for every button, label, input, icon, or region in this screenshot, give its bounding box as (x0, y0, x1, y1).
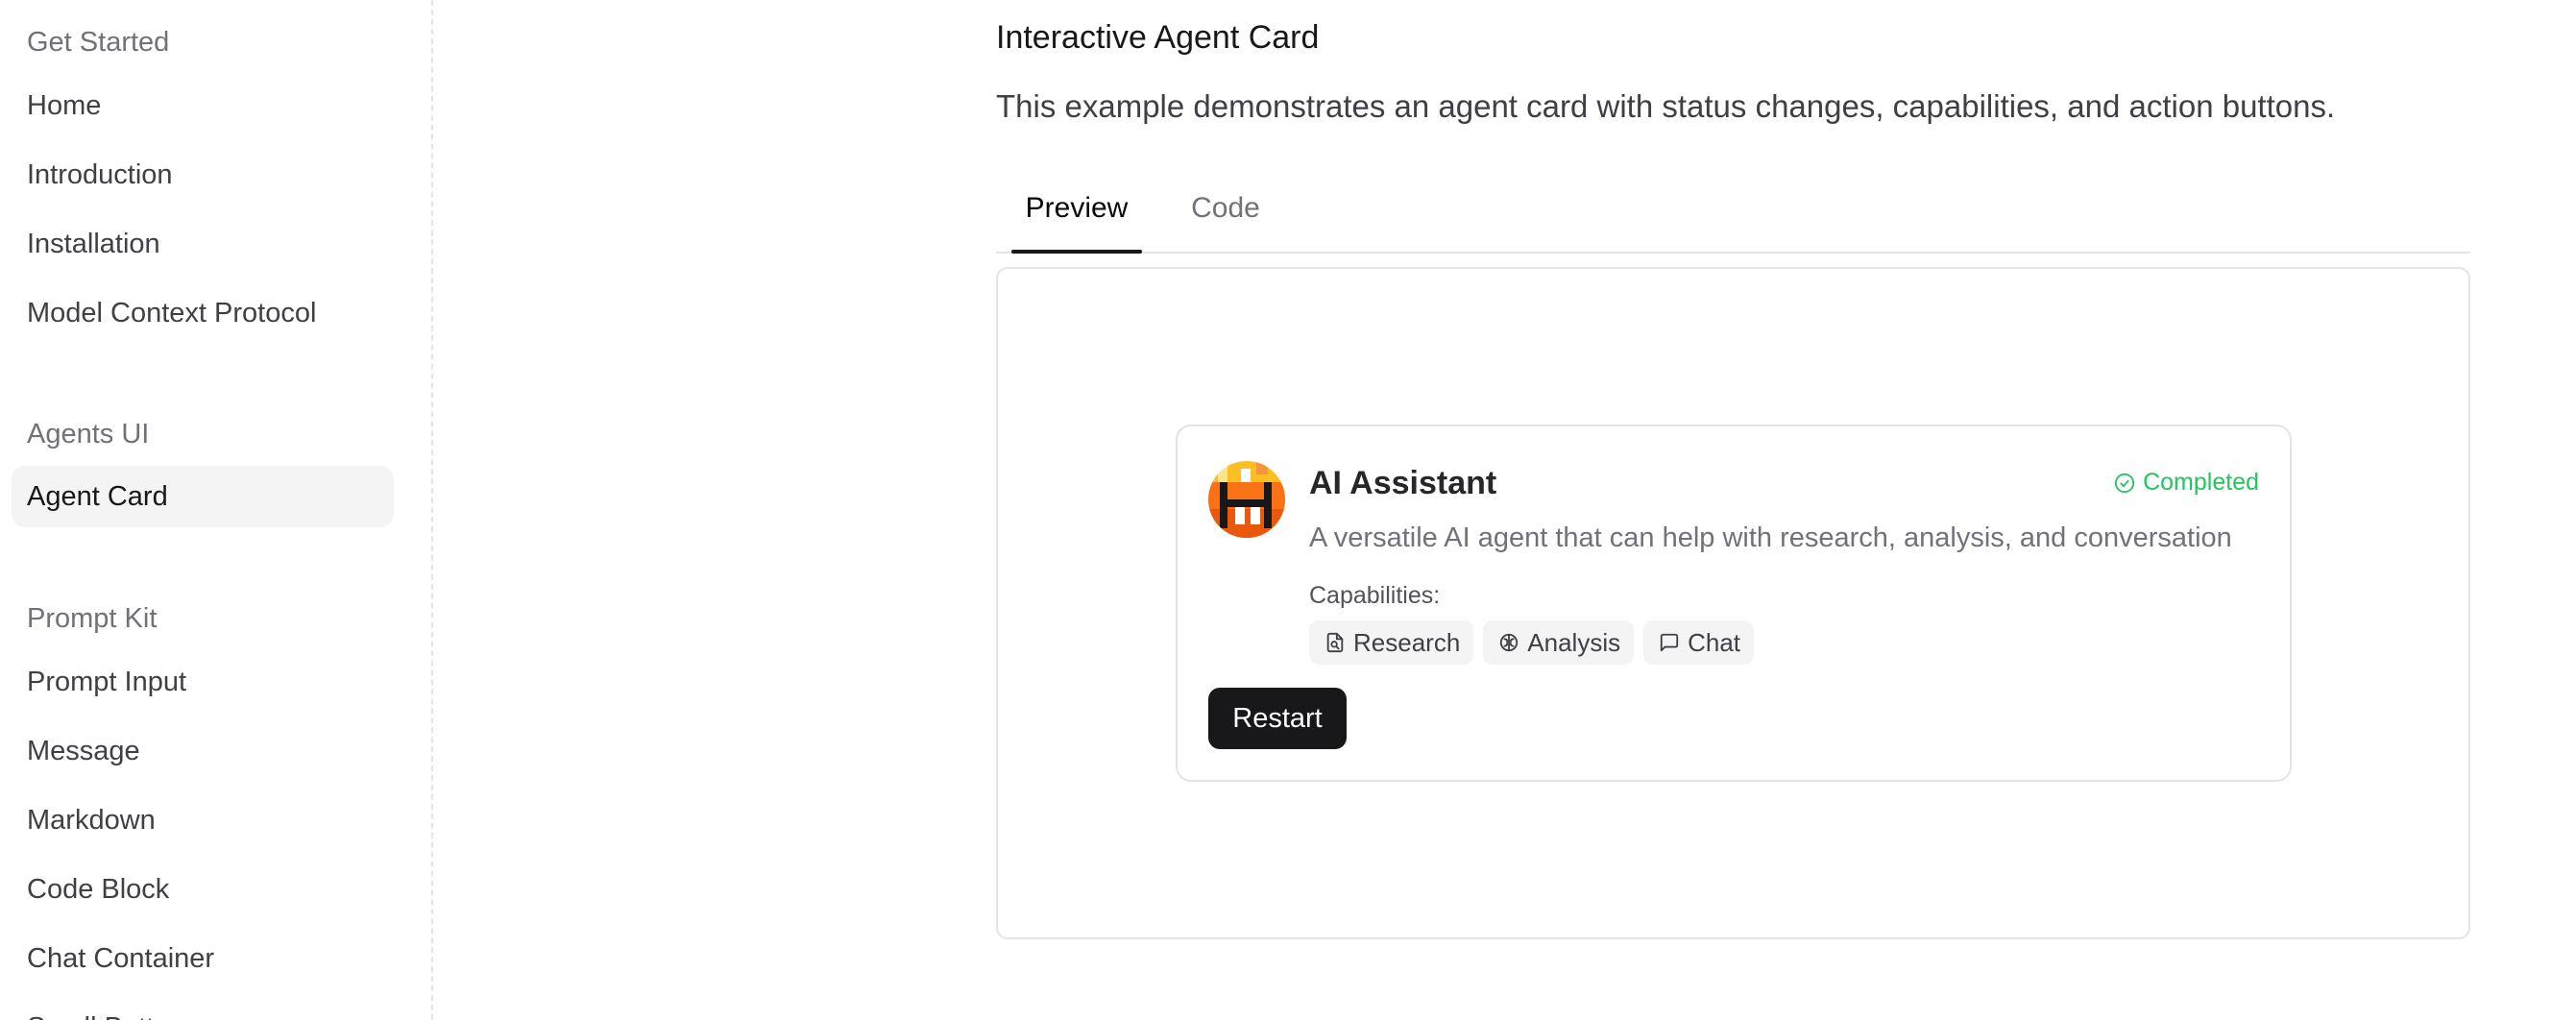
capability-label: Research (1353, 627, 1461, 657)
check-circle-icon (2114, 473, 2135, 494)
sidebar-group-title: Get Started (27, 27, 170, 58)
capability-chip-research: Research (1309, 620, 1474, 665)
status-label: Completed (2143, 469, 2259, 496)
message-square-icon (1659, 632, 1680, 653)
tab-bar: Preview Code (996, 177, 2470, 254)
tab-code[interactable]: Code (1173, 177, 1278, 252)
capabilities-label: Capabilities: (1309, 582, 1441, 609)
status-badge: Completed (2114, 469, 2259, 497)
sidebar-item-scroll-button[interactable]: Scroll Button (12, 997, 394, 1020)
restart-button[interactable]: Restart (1208, 688, 1347, 749)
sidebar-item-agent-card[interactable]: Agent Card (12, 466, 394, 527)
sidebar-item-home[interactable]: Home (12, 75, 394, 136)
sidebar-group-title: Agents UI (27, 419, 150, 449)
capability-chip-chat: Chat (1643, 620, 1755, 665)
capability-label: Analysis (1527, 627, 1621, 657)
sidebar-item-markdown[interactable]: Markdown (12, 789, 394, 851)
sidebar: Get Started Home Introduction Installati… (0, 0, 433, 1020)
page-title: Interactive Agent Card (996, 19, 1320, 56)
capabilities-list: Research Analysis Chat (1309, 620, 1755, 665)
sidebar-item-installation[interactable]: Installation (12, 213, 394, 275)
sidebar-item-model-context-protocol[interactable]: Model Context Protocol (12, 282, 394, 344)
capability-chip-analysis: Analysis (1483, 620, 1635, 665)
brain-icon (1498, 632, 1519, 653)
agent-name: AI Assistant (1309, 465, 1497, 501)
sidebar-item-code-block[interactable]: Code Block (12, 859, 394, 920)
agent-avatar (1208, 461, 1285, 538)
agent-card: AI Assistant Completed A versatile AI ag… (1176, 425, 2292, 782)
sidebar-item-chat-container[interactable]: Chat Container (12, 928, 394, 989)
capability-label: Chat (1688, 627, 1741, 657)
sidebar-item-prompt-input[interactable]: Prompt Input (12, 651, 394, 713)
sidebar-item-introduction[interactable]: Introduction (12, 144, 394, 206)
file-search-icon (1324, 632, 1346, 653)
page-description: This example demonstrates an agent card … (996, 88, 2336, 124)
agent-description: A versatile AI agent that can help with … (1309, 522, 2232, 553)
sidebar-group-title: Prompt Kit (27, 603, 158, 634)
tab-preview[interactable]: Preview (1011, 177, 1142, 254)
sidebar-item-message[interactable]: Message (12, 720, 394, 782)
